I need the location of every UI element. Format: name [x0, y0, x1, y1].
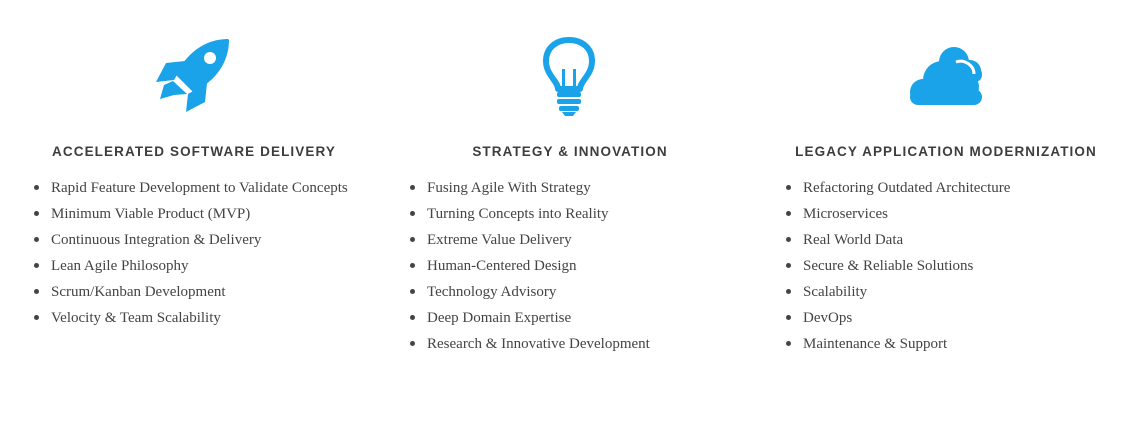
list-item: Scalability [786, 279, 1103, 305]
list-item: Maintenance & Support [786, 331, 1103, 357]
list-item: Fusing Agile With Strategy [410, 175, 727, 201]
service-heading: STRATEGY & INNOVATION [472, 144, 668, 159]
rocket-icon [24, 37, 364, 117]
list-item: Scrum/Kanban Development [34, 279, 351, 305]
list-item: Microservices [786, 201, 1103, 227]
list-item: Real World Data [786, 227, 1103, 253]
list-item: Refactoring Outdated Architecture [786, 175, 1103, 201]
list-item: Velocity & Team Scalability [34, 305, 351, 331]
list-item: DevOps [786, 305, 1103, 331]
services-section: ACCELERATED SOFTWARE DELIVERY Rapid Feat… [0, 0, 1132, 426]
service-list: Fusing Agile With Strategy Turning Conce… [400, 175, 727, 357]
list-item: Turning Concepts into Reality [410, 201, 727, 227]
list-item: Human-Centered Design [410, 253, 727, 279]
list-item: Deep Domain Expertise [410, 305, 727, 331]
list-item: Secure & Reliable Solutions [786, 253, 1103, 279]
list-item: Research & Innovative Development [410, 331, 727, 357]
list-item: Minimum Viable Product (MVP) [34, 201, 351, 227]
service-heading: LEGACY APPLICATION MODERNIZATION [795, 144, 1097, 159]
list-item: Lean Agile Philosophy [34, 253, 351, 279]
cloud-icon [776, 37, 1116, 117]
list-item: Technology Advisory [410, 279, 727, 305]
service-column-legacy: LEGACY APPLICATION MODERNIZATION Refacto… [776, 0, 1116, 426]
service-list: Rapid Feature Development to Validate Co… [24, 175, 351, 331]
service-column-delivery: ACCELERATED SOFTWARE DELIVERY Rapid Feat… [24, 0, 364, 426]
list-item: Rapid Feature Development to Validate Co… [34, 175, 351, 201]
service-column-strategy: STRATEGY & INNOVATION Fusing Agile With … [400, 0, 740, 426]
service-heading: ACCELERATED SOFTWARE DELIVERY [52, 144, 336, 159]
list-item: Extreme Value Delivery [410, 227, 727, 253]
lightbulb-icon [400, 37, 740, 117]
service-list: Refactoring Outdated Architecture Micros… [776, 175, 1103, 357]
list-item: Continuous Integration & Delivery [34, 227, 351, 253]
